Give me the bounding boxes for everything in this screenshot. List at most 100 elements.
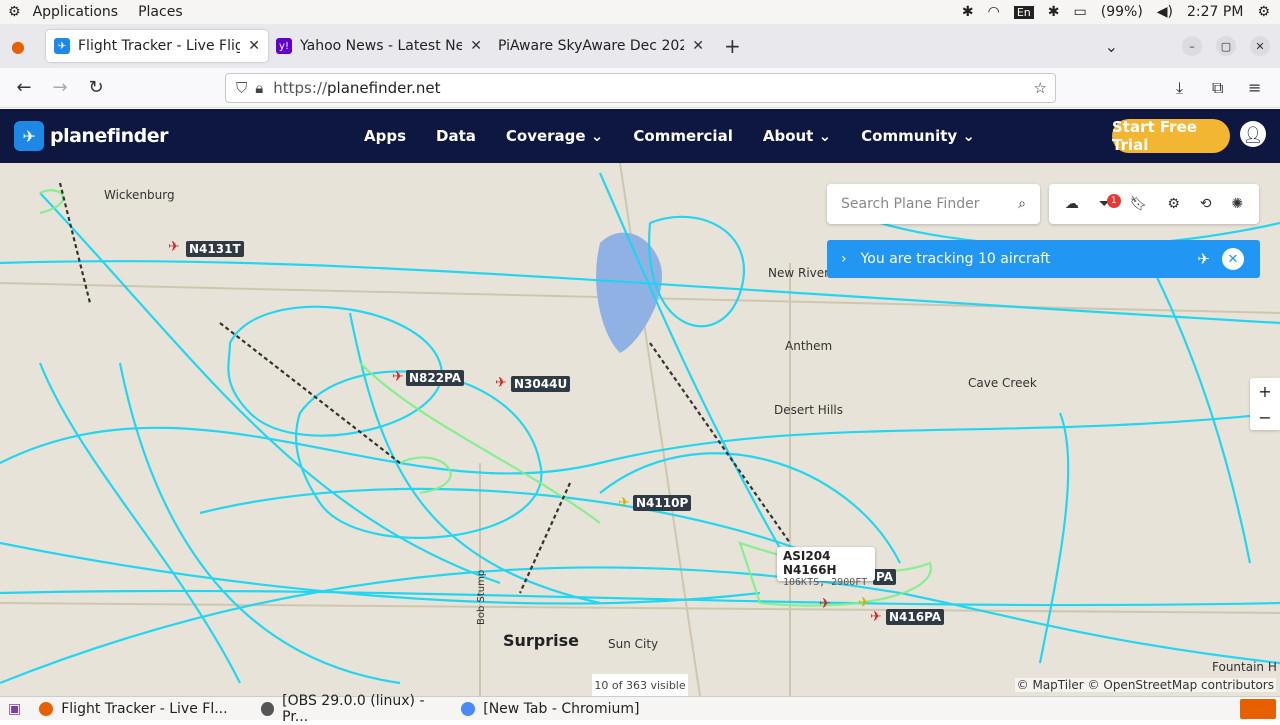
extensions-icon[interactable]: ⧉: [1212, 78, 1223, 98]
plane-icon[interactable]: ✈: [168, 239, 180, 255]
plane-icon[interactable]: ✈: [495, 375, 507, 391]
town-sun-city: Sun City: [608, 637, 659, 651]
chromium-icon: [461, 701, 476, 716]
menu-data[interactable]: Data: [436, 127, 476, 145]
tracking-banner[interactable]: › You are tracking 10 aircraft ✈ ✕: [827, 240, 1260, 278]
tab-flight-tracker[interactable]: ✈ Flight Tracker - Live Flight ✕: [46, 30, 268, 62]
close-icon[interactable]: ✕: [1222, 248, 1244, 270]
plane-icon: ✈: [1197, 250, 1210, 268]
apps-menu-icon[interactable]: ⚙: [8, 4, 21, 20]
taskbar-chromium[interactable]: [New Tab - Chromium]: [451, 701, 649, 717]
settings-icon[interactable]: ⚙: [1257, 4, 1270, 20]
system-top-bar: ⚙ Applications Places ✱ ◠ En ✱ ▭ (99%) ◀…: [0, 0, 1280, 24]
places-menu[interactable]: Places: [130, 4, 191, 20]
list-all-tabs-icon[interactable]: ⌄: [1105, 37, 1118, 56]
plane-icon[interactable]: ✈: [819, 596, 831, 612]
plane-label-n3044u[interactable]: N3044U: [511, 376, 571, 392]
plane-label-n822pa[interactable]: N822PA: [406, 370, 465, 386]
town-new-river: New River: [768, 266, 830, 280]
firefox-tray-icon[interactable]: [1240, 698, 1276, 719]
show-desktop-icon[interactable]: ▣: [0, 701, 29, 717]
bookmark-star-icon[interactable]: ☆: [1034, 79, 1055, 97]
bluetooth-icon-2[interactable]: ✱: [1048, 4, 1060, 20]
zoom-out-button[interactable]: −: [1258, 408, 1271, 427]
filter-badge: 1: [1106, 194, 1121, 208]
planefinder-favicon: ✈: [54, 38, 70, 54]
menu-community[interactable]: Community ⌄: [861, 127, 975, 145]
taskbar-firefox[interactable]: Flight Tracker - Live Fl...: [29, 701, 251, 717]
taskbar: ▣ Flight Tracker - Live Fl... [OBS 29.0.…: [0, 693, 1280, 725]
search-icon[interactable]: ⌕: [1018, 196, 1026, 212]
map-toolbox: ☁ ⏷ 1 🔖︎ ⚙ ⟲ ✺: [1049, 184, 1259, 224]
plane-label-n4131t[interactable]: N4131T: [186, 241, 244, 257]
reload-icon[interactable]: ↻: [78, 77, 114, 98]
plane-label-partial[interactable]: PA: [873, 569, 896, 585]
history-icon[interactable]: ⟲: [1200, 196, 1212, 212]
close-window-button[interactable]: ✕: [1250, 36, 1270, 56]
firefox-icon: [39, 701, 54, 716]
user-account-icon[interactable]: 👤︎: [1240, 121, 1266, 147]
start-free-trial-button[interactable]: Start Free Trial: [1112, 118, 1230, 154]
volume-icon[interactable]: ◀): [1157, 4, 1173, 20]
minimize-button[interactable]: –: [1182, 36, 1202, 56]
menu-about[interactable]: About ⌄: [763, 127, 831, 145]
downloads-icon[interactable]: ⤓: [1176, 78, 1183, 98]
visible-count: 10 of 363 visible: [592, 674, 688, 696]
tooltip-speed-alt: 106KTS, 2900FT: [783, 577, 868, 588]
battery-icon[interactable]: ▭: [1074, 4, 1087, 20]
planefinder-header: ✈ planefinder Apps Data Coverage ⌄ Comme…: [0, 109, 1280, 163]
url-bar[interactable]: ⛉ 🔒︎ https:// planefinder.net ☆: [225, 73, 1056, 103]
battery-percent: (99%): [1100, 4, 1143, 20]
plane-label-n416pa[interactable]: N416PA: [886, 609, 945, 625]
plane-icon[interactable]: ✈: [392, 369, 404, 385]
clock[interactable]: 2:27 PM: [1187, 4, 1243, 20]
filter-icon[interactable]: ⏷ 1: [1099, 194, 1121, 212]
new-tab-button[interactable]: +: [712, 34, 753, 58]
plane-label-n4110p[interactable]: N4110P: [633, 495, 692, 511]
bookmark-icon[interactable]: 🔖︎: [1130, 196, 1148, 212]
town-anthem: Anthem: [785, 339, 833, 353]
town-desert-hills: Desert Hills: [774, 403, 843, 417]
tab-yahoo-news[interactable]: y! Yahoo News - Latest New ✕: [268, 30, 490, 62]
town-fountain-hills: Fountain H: [1212, 660, 1277, 674]
zoom-controls: + −: [1250, 378, 1280, 430]
bluetooth-icon[interactable]: ✱: [962, 4, 974, 20]
layers-icon[interactable]: ✺: [1231, 196, 1243, 212]
lock-icon[interactable]: 🔒︎: [255, 79, 273, 97]
url-protocol: https://: [273, 79, 328, 97]
main-menu: Apps Data Coverage ⌄ Commercial About ⌄ …: [364, 109, 1005, 163]
browser-tab-bar: ● ✈ Flight Tracker - Live Flight ✕ y! Ya…: [0, 24, 1280, 68]
firefox-icon: ●: [11, 36, 25, 56]
search-input[interactable]: Search Plane Finder ⌕: [827, 184, 1040, 224]
zoom-in-button[interactable]: +: [1258, 382, 1271, 401]
menu-coverage[interactable]: Coverage ⌄: [506, 127, 604, 145]
plane-icon[interactable]: ✈: [870, 609, 882, 625]
plane-icon[interactable]: ✈: [618, 495, 630, 511]
plane-icon[interactable]: ✈: [858, 595, 870, 611]
close-tab-icon[interactable]: ✕: [470, 38, 482, 54]
search-placeholder: Search Plane Finder: [841, 196, 980, 212]
town-cave-creek: Cave Creek: [968, 376, 1037, 390]
wifi-icon[interactable]: ◠: [988, 4, 1000, 20]
weather-icon[interactable]: ☁: [1065, 196, 1079, 212]
forward-icon[interactable]: →: [42, 77, 78, 98]
menu-commercial[interactable]: Commercial: [633, 127, 732, 145]
map-attribution[interactable]: © MapTiler © OpenStreetMap contributors: [1014, 678, 1276, 692]
menu-apps[interactable]: Apps: [364, 127, 406, 145]
shield-icon[interactable]: ⛉: [226, 79, 255, 97]
flight-map[interactable]: Wickenburg New River Anthem Cave Creek D…: [0, 163, 1280, 696]
close-tab-icon[interactable]: ✕: [248, 38, 260, 54]
maximize-button[interactable]: ▢: [1216, 36, 1236, 56]
tab-piaware[interactable]: PiAware SkyAware Dec 2021 ✕: [490, 30, 712, 62]
town-wickenburg: Wickenburg: [104, 188, 175, 202]
settings-icon[interactable]: ⚙: [1167, 196, 1180, 212]
road-bob-stump: Bob Stump: [476, 569, 487, 625]
chevron-right-icon[interactable]: ›: [827, 251, 861, 267]
back-icon[interactable]: ←: [6, 77, 42, 98]
keyboard-layout[interactable]: En: [1013, 5, 1034, 19]
planefinder-logo[interactable]: ✈ planefinder: [0, 121, 169, 151]
aircraft-tooltip: ASI204 N4166H 106KTS, 2900FT: [777, 547, 875, 588]
applications-menu[interactable]: Applications: [25, 4, 127, 20]
close-tab-icon[interactable]: ✕: [692, 38, 704, 54]
app-menu-icon[interactable]: ≡: [1248, 78, 1261, 97]
